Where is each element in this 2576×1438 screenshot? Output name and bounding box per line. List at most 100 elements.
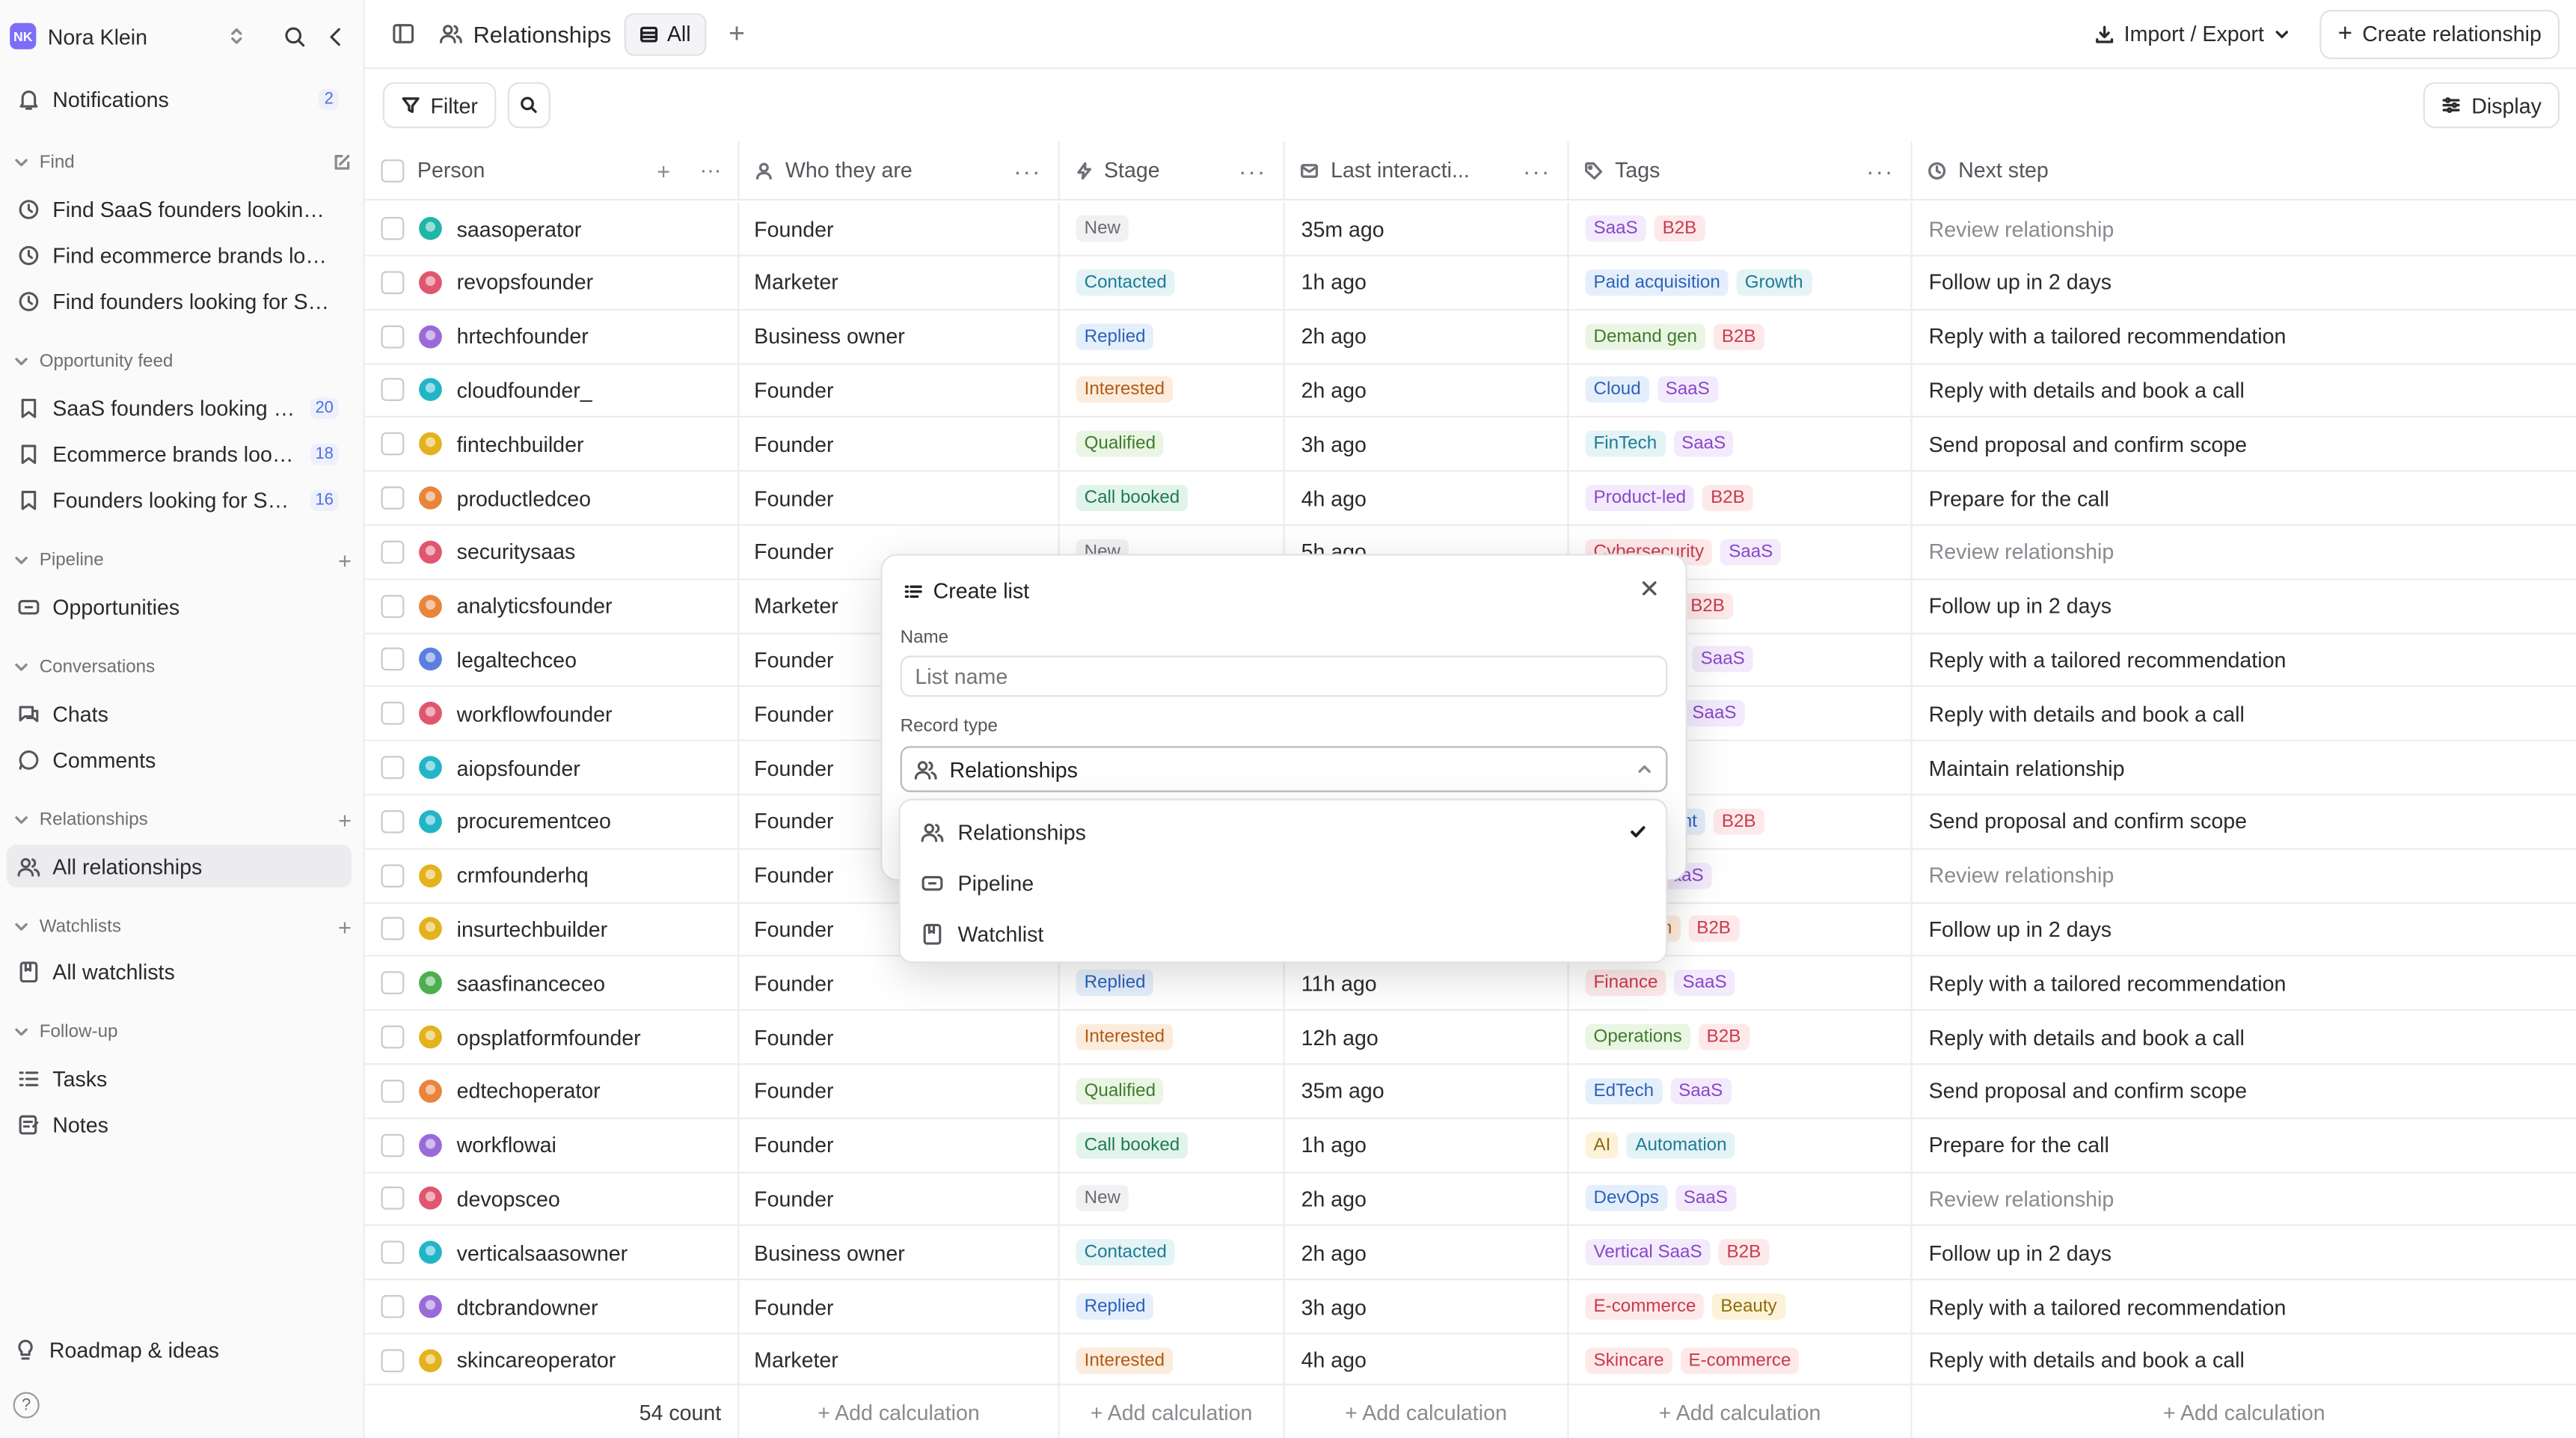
add-icon[interactable]: + bbox=[338, 547, 352, 573]
table-row[interactable]: saasfinanceceo Founder Replied 11h ago Finan… bbox=[364, 956, 2576, 1012]
person-cell[interactable]: saasfinanceceo bbox=[365, 956, 740, 1010]
sidebar-item-comments[interactable]: Comments bbox=[7, 738, 352, 780]
tags-cell[interactable]: Operations B2B bbox=[1569, 1010, 1913, 1064]
row-checkbox[interactable] bbox=[381, 432, 405, 456]
sidebar-item-notifications[interactable]: Notifications 2 bbox=[7, 77, 352, 120]
person-name[interactable]: securitysaas bbox=[457, 539, 576, 564]
table-row[interactable]: devopsceo Founder New 2h ago DevOps SaaS Revie… bbox=[364, 1172, 2576, 1227]
sidebar-item-find[interactable]: Find founders looking for SEO help bbox=[7, 279, 352, 322]
option-watchlist[interactable]: Watchlist bbox=[910, 911, 1657, 957]
person-cell[interactable]: skincareoperator bbox=[365, 1334, 740, 1387]
tags-cell[interactable]: Paid acquisition Growth bbox=[1569, 256, 1913, 309]
import-export-button[interactable]: Import / Export bbox=[2094, 22, 2290, 46]
next-step-cell[interactable]: Reply with a tailored recommendation bbox=[1913, 957, 2576, 1009]
last-interaction-cell[interactable]: 3h ago bbox=[1285, 417, 1569, 471]
stage-cell[interactable]: Interested bbox=[1060, 364, 1285, 417]
row-checkbox[interactable] bbox=[381, 540, 405, 563]
column-header-stage[interactable]: Stage ··· bbox=[1059, 141, 1285, 201]
who-cell[interactable]: Business owner bbox=[739, 1226, 1060, 1279]
section-follow-up[interactable]: Follow-up bbox=[13, 1015, 352, 1048]
stage-cell[interactable]: Interested bbox=[1060, 1334, 1285, 1387]
search-icon[interactable] bbox=[283, 24, 307, 49]
compose-icon[interactable] bbox=[332, 153, 352, 172]
last-interaction-cell[interactable]: 3h ago bbox=[1285, 1280, 1569, 1333]
row-checkbox[interactable] bbox=[381, 702, 405, 726]
last-interaction-cell[interactable]: 4h ago bbox=[1285, 1334, 1569, 1387]
tab-all[interactable]: All bbox=[624, 12, 706, 55]
next-step-cell[interactable]: Review relationship bbox=[1913, 849, 2576, 902]
tags-cell[interactable]: AI Automation bbox=[1569, 1118, 1913, 1172]
tags-cell[interactable]: Product-led B2B bbox=[1569, 471, 1913, 524]
person-cell[interactable]: saasoperator bbox=[365, 202, 740, 255]
tags-cell[interactable]: Skincare E-commerce bbox=[1569, 1334, 1913, 1387]
person-name[interactable]: aiopsfounder bbox=[457, 755, 580, 780]
sidebar-item-feed[interactable]: Founders looking for SEO help 16 bbox=[7, 478, 352, 521]
next-step-cell[interactable]: Reply with details and book a call bbox=[1913, 688, 2576, 740]
who-cell[interactable]: Founder bbox=[739, 1010, 1060, 1064]
row-checkbox[interactable] bbox=[381, 325, 405, 348]
section-find[interactable]: Find bbox=[13, 146, 352, 179]
person-cell[interactable]: dtcbrandowner bbox=[365, 1280, 740, 1333]
filter-button[interactable]: Filter bbox=[382, 82, 497, 129]
help-icon[interactable]: ? bbox=[13, 1392, 40, 1419]
add-calculation-button[interactable]: + Add calculation bbox=[1568, 1383, 1913, 1438]
next-step-cell[interactable]: Reply with details and book a call bbox=[1913, 1011, 2576, 1063]
person-cell[interactable]: devopsceo bbox=[365, 1172, 740, 1226]
person-name[interactable]: workflowfounder bbox=[457, 701, 613, 726]
person-cell[interactable]: aiopsfounder bbox=[365, 741, 740, 794]
person-name[interactable]: dtcbrandowner bbox=[457, 1294, 598, 1319]
row-checkbox[interactable] bbox=[381, 810, 405, 833]
person-name[interactable]: verticalsaasowner bbox=[457, 1240, 628, 1265]
create-relationship-button[interactable]: + Create relationship bbox=[2319, 9, 2560, 58]
row-checkbox[interactable] bbox=[381, 1294, 405, 1318]
add-view-icon[interactable]: + bbox=[729, 17, 745, 50]
column-menu-icon[interactable]: ··· bbox=[1866, 157, 1894, 183]
table-row[interactable]: saasoperator Founder New 35m ago SaaS B2B Revi… bbox=[364, 202, 2576, 257]
person-name[interactable]: cloudfounder_ bbox=[457, 378, 592, 403]
table-row[interactable]: opsplatformfounder Founder Interested 12h a… bbox=[364, 1010, 2576, 1065]
next-step-cell[interactable]: Follow up in 2 days bbox=[1913, 256, 2576, 308]
who-cell[interactable]: Founder bbox=[739, 1280, 1060, 1333]
list-name-input[interactable] bbox=[900, 655, 1668, 697]
person-cell[interactable]: analyticsfounder bbox=[365, 579, 740, 632]
sidebar-item-find[interactable]: Find SaaS founders looking for SEO agenc… bbox=[7, 187, 352, 230]
last-interaction-cell[interactable]: 11h ago bbox=[1285, 956, 1569, 1010]
add-icon[interactable]: + bbox=[338, 914, 352, 940]
column-header-person[interactable]: Person + ··· bbox=[364, 141, 740, 201]
who-cell[interactable]: Founder bbox=[739, 1172, 1060, 1226]
row-checkbox[interactable] bbox=[381, 1025, 405, 1049]
row-checkbox[interactable] bbox=[381, 1187, 405, 1211]
table-row[interactable]: dtcbrandowner Founder Replied 3h ago E-comme… bbox=[364, 1280, 2576, 1335]
row-checkbox[interactable] bbox=[381, 594, 405, 618]
row-checkbox[interactable] bbox=[381, 379, 405, 402]
table-row[interactable]: revopsfounder Marketer Contacted 1h ago Paid… bbox=[364, 256, 2576, 310]
next-step-cell[interactable]: Reply with a tailored recommendation bbox=[1913, 1280, 2576, 1333]
close-icon[interactable] bbox=[1640, 578, 1659, 598]
stage-cell[interactable]: Replied bbox=[1060, 1280, 1285, 1333]
tags-cell[interactable]: SaaS B2B bbox=[1569, 202, 1913, 255]
row-checkbox[interactable] bbox=[381, 1240, 405, 1264]
section-opportunity-feed[interactable]: Opportunity feed bbox=[13, 345, 352, 378]
next-step-cell[interactable]: Prepare for the call bbox=[1913, 1119, 2576, 1171]
person-cell[interactable]: verticalsaasowner bbox=[365, 1226, 740, 1279]
stage-cell[interactable]: Call booked bbox=[1060, 471, 1285, 524]
add-calculation-button[interactable]: + Add calculation bbox=[1912, 1383, 2576, 1438]
table-row[interactable]: verticalsaasowner Business owner Contacted… bbox=[364, 1226, 2576, 1281]
tags-cell[interactable]: Finance SaaS bbox=[1569, 956, 1913, 1010]
add-calculation-button[interactable]: + Add calculation bbox=[1284, 1383, 1569, 1438]
workspace-name[interactable]: Nora Klein bbox=[48, 24, 147, 49]
stage-cell[interactable]: Replied bbox=[1060, 956, 1285, 1010]
section-watchlists[interactable]: Watchlists + bbox=[13, 911, 352, 943]
person-cell[interactable]: cloudfounder_ bbox=[365, 364, 740, 417]
person-cell[interactable]: procurementceo bbox=[365, 795, 740, 848]
person-cell[interactable]: hrtechfounder bbox=[365, 310, 740, 363]
person-name[interactable]: workflowai bbox=[457, 1133, 556, 1157]
next-step-cell[interactable]: Send proposal and confirm scope bbox=[1913, 795, 2576, 848]
who-cell[interactable]: Founder bbox=[739, 364, 1060, 417]
column-menu-icon[interactable]: ··· bbox=[700, 158, 722, 183]
next-step-cell[interactable]: Reply with a tailored recommendation bbox=[1913, 310, 2576, 362]
row-checkbox[interactable] bbox=[381, 1348, 405, 1372]
column-header-who[interactable]: Who they are ··· bbox=[739, 141, 1060, 201]
who-cell[interactable]: Marketer bbox=[739, 1334, 1060, 1387]
person-cell[interactable]: crmfounderhq bbox=[365, 848, 740, 902]
